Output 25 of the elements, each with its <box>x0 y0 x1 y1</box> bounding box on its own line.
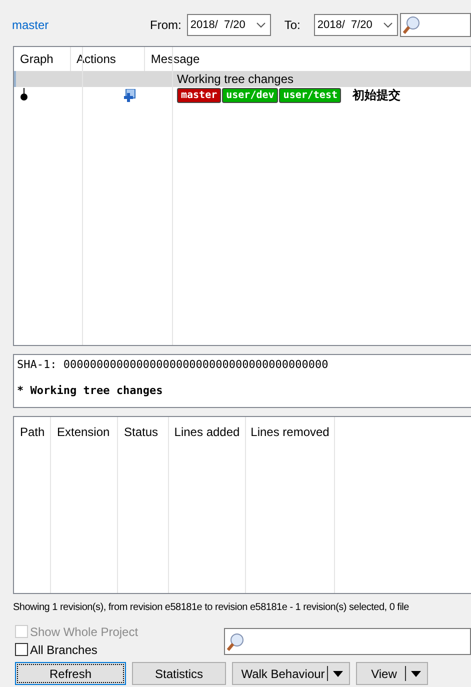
branch-link[interactable]: master <box>12 18 150 32</box>
column-header[interactable]: Lines removed <box>250 425 330 439</box>
column-header[interactable]: Status <box>124 425 158 439</box>
checkbox[interactable]: All Branches <box>15 642 224 657</box>
to-label: To: <box>284 18 300 32</box>
commit-sha: SHA-1: 0000000000000000000000000000000000000000 <box>17 358 328 371</box>
status-text: Showing 1 revision(s), from revision e58181e to revision e58181e - 1 revision(s) selected, 0 file <box>13 602 409 615</box>
from-label: From: <box>150 18 182 32</box>
column-header[interactable]: Extension <box>57 425 110 439</box>
commit-subject: * Working tree changes <box>17 384 164 397</box>
ref-label: master <box>177 88 222 102</box>
log-row[interactable]: Working tree changes <box>14 71 471 87</box>
column-header[interactable]: Lines added <box>174 425 240 439</box>
action-button[interactable]: Statistics <box>132 662 226 685</box>
commit-message: 初始提交 <box>352 86 400 104</box>
column-header[interactable]: Path <box>20 425 45 439</box>
to-date-picker[interactable]: 2018/ 7/20 <box>314 14 398 36</box>
ref-label: user/test <box>279 88 342 102</box>
from-date-picker[interactable]: 2018/ 7/20 <box>187 14 272 36</box>
action-button[interactable]: Refresh <box>15 662 126 685</box>
log-row[interactable]: master user/dev user/test 初始提交 <box>14 87 471 103</box>
commit-message: Working tree changes <box>177 72 294 86</box>
ref-label: user/dev <box>222 88 278 102</box>
split-button[interactable]: Walk Behaviour <box>232 662 350 685</box>
split-button[interactable]: View <box>356 662 428 685</box>
